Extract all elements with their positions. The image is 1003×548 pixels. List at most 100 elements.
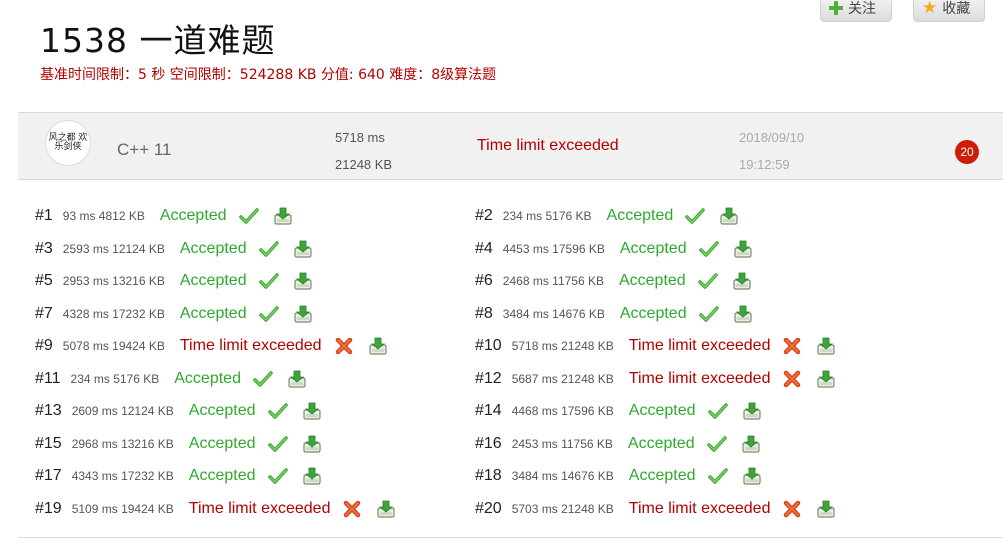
- favorite-button[interactable]: ★ 收藏: [913, 0, 985, 22]
- test-number: #8: [475, 305, 493, 322]
- test-stats: 4328 ms 17232 KB: [62, 307, 165, 321]
- download-icon[interactable]: [368, 336, 388, 356]
- test-row: #19 5109 ms 19424 KB Time limit exceeded: [35, 498, 396, 520]
- download-icon[interactable]: [302, 434, 322, 454]
- favorite-label: 收藏: [942, 1, 971, 17]
- test-stats: 234 ms 5176 KB: [502, 209, 592, 223]
- test-status: Accepted: [619, 305, 687, 322]
- test-status: Time limit exceeded: [628, 500, 771, 517]
- green-check-icon: [258, 271, 279, 291]
- green-check-icon: [267, 434, 288, 454]
- test-status: Accepted: [606, 207, 674, 224]
- green-check-icon: [267, 466, 288, 486]
- problem-limits: 基准时间限制：5 秒 空间限制：524288 KB 分值: 640 难度：8级算…: [40, 67, 497, 83]
- test-number: #20: [475, 500, 502, 517]
- download-icon[interactable]: [293, 271, 313, 291]
- test-stats: 2968 ms 13216 KB: [71, 437, 174, 451]
- test-number: #2: [475, 207, 493, 224]
- page-title: 1538 一道难题: [40, 21, 276, 60]
- green-check-icon: [706, 434, 727, 454]
- test-stats: 234 ms 5176 KB: [70, 372, 160, 386]
- follow-button[interactable]: 关注: [820, 0, 892, 22]
- download-icon[interactable]: [816, 369, 836, 389]
- red-cross-icon: [782, 499, 802, 519]
- green-check-icon: [258, 304, 279, 324]
- download-icon[interactable]: [287, 369, 307, 389]
- test-stats: 2593 ms 12124 KB: [62, 242, 165, 256]
- download-icon[interactable]: [293, 239, 313, 259]
- test-number: #1: [35, 207, 53, 224]
- test-stats: 93 ms 4812 KB: [62, 209, 145, 223]
- download-icon[interactable]: [273, 206, 293, 226]
- test-status: Accepted: [188, 435, 256, 452]
- test-row: #6 2468 ms 11756 KB Accepted: [475, 270, 752, 292]
- red-cross-icon: [782, 336, 802, 356]
- star-icon: ★: [922, 0, 938, 18]
- download-icon[interactable]: [733, 304, 753, 324]
- test-stats: 5718 ms 21248 KB: [511, 339, 614, 353]
- test-row: #15 2968 ms 13216 KB Accepted: [35, 433, 322, 455]
- test-stats: 5109 ms 19424 KB: [71, 502, 174, 516]
- submission-clock: 19:12:59: [739, 157, 790, 172]
- test-status: Time limit exceeded: [628, 337, 771, 354]
- test-number: #11: [35, 370, 61, 387]
- download-icon[interactable]: [733, 239, 753, 259]
- test-row: #8 3484 ms 14676 KB Accepted: [475, 303, 753, 325]
- green-check-icon: [267, 401, 288, 421]
- download-icon[interactable]: [302, 401, 322, 421]
- download-icon[interactable]: [741, 434, 761, 454]
- green-check-icon: [685, 206, 705, 226]
- download-icon[interactable]: [719, 206, 739, 226]
- test-status: Time limit exceeded: [179, 337, 322, 354]
- test-row: #16 2453 ms 11756 KB Accepted: [475, 433, 761, 455]
- test-stats: 5687 ms 21248 KB: [511, 372, 614, 386]
- avatar[interactable]: 风之都 欢乐剑侠: [45, 120, 91, 166]
- test-status: Accepted: [188, 402, 256, 419]
- download-icon[interactable]: [293, 304, 313, 324]
- green-check-icon: [698, 239, 719, 259]
- test-number: #19: [35, 500, 62, 517]
- test-row: #17 4343 ms 17232 KB Accepted: [35, 465, 322, 487]
- test-number: #18: [475, 467, 502, 484]
- score-badge: 20: [955, 140, 979, 164]
- download-icon[interactable]: [816, 499, 836, 519]
- test-number: #17: [35, 467, 62, 484]
- test-row: #7 4328 ms 17232 KB Accepted: [35, 303, 313, 325]
- green-check-icon: [238, 206, 259, 226]
- test-row: #9 5078 ms 19424 KB Time limit exceeded: [35, 335, 388, 357]
- plus-icon: [829, 1, 843, 15]
- download-icon[interactable]: [742, 466, 762, 486]
- test-stats: 5703 ms 21248 KB: [511, 502, 614, 516]
- green-check-icon: [707, 466, 728, 486]
- test-stats: 2953 ms 13216 KB: [62, 274, 165, 288]
- test-status: Accepted: [619, 240, 687, 257]
- test-number: #16: [475, 435, 502, 452]
- test-stats: 3484 ms 14676 KB: [511, 469, 614, 483]
- test-row: #2 234 ms 5176 KB Accepted: [475, 205, 739, 227]
- green-check-icon: [253, 369, 273, 389]
- test-number: #9: [35, 337, 53, 354]
- green-check-icon: [707, 401, 728, 421]
- download-icon[interactable]: [302, 466, 322, 486]
- test-row: #13 2609 ms 12124 KB Accepted: [35, 400, 322, 422]
- red-cross-icon: [782, 369, 802, 389]
- download-icon[interactable]: [742, 401, 762, 421]
- submission-date: 2018/09/10: [739, 130, 805, 145]
- test-row: #3 2593 ms 12124 KB Accepted: [35, 238, 313, 260]
- test-status: Accepted: [628, 467, 696, 484]
- test-number: #7: [35, 305, 53, 322]
- download-icon[interactable]: [376, 499, 396, 519]
- download-icon[interactable]: [732, 271, 752, 291]
- download-icon[interactable]: [816, 336, 836, 356]
- red-cross-icon: [342, 499, 362, 519]
- test-stats: 2609 ms 12124 KB: [71, 404, 174, 418]
- test-row: #20 5703 ms 21248 KB Time limit exceeded: [475, 498, 836, 520]
- test-number: #3: [35, 240, 53, 257]
- test-number: #6: [475, 272, 493, 289]
- test-status: Accepted: [159, 207, 227, 224]
- green-check-icon: [697, 271, 718, 291]
- red-cross-icon: [334, 336, 354, 356]
- test-row: #4 4453 ms 17596 KB Accepted: [475, 238, 753, 260]
- test-status: Accepted: [627, 435, 695, 452]
- test-status: Accepted: [179, 240, 247, 257]
